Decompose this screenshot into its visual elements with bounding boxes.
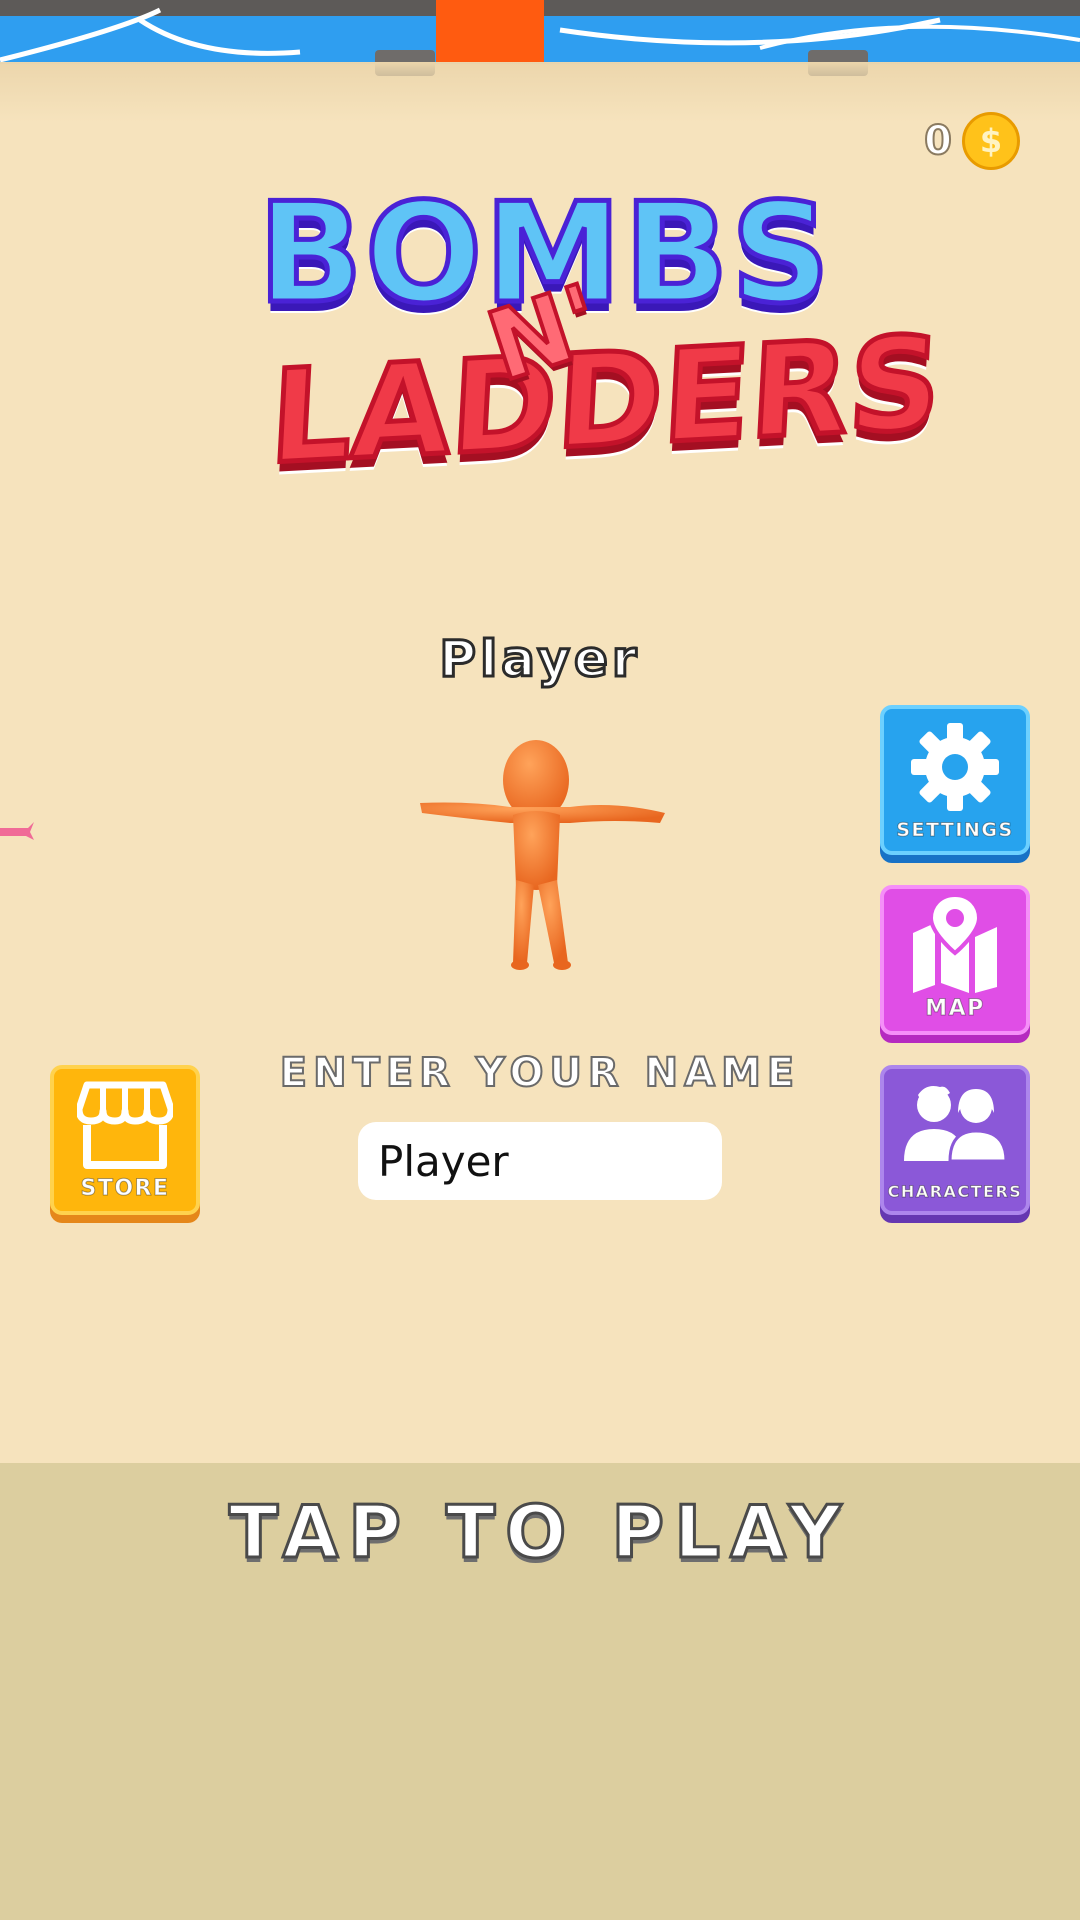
store-label: STORE (80, 1176, 170, 1202)
settings-label: SETTINGS (896, 819, 1014, 842)
orange-post (436, 0, 544, 62)
offscreen-character-hand (0, 822, 34, 840)
game-logo: BOMBS LADDERS N' (250, 182, 947, 525)
coin-icon: $ (962, 112, 1020, 170)
coin-counter: 0 $ (923, 112, 1020, 170)
gear-icon (911, 723, 999, 811)
characters-label: CHARACTERS (887, 1182, 1023, 1202)
player-name-input[interactable] (358, 1122, 722, 1200)
enter-name-label: ENTER YOUR NAME (279, 1049, 801, 1097)
tap-to-play-label[interactable]: TAP TO PLAY (0, 1489, 1080, 1576)
player-name-label: Player (438, 629, 641, 690)
map-button[interactable]: MAP (880, 885, 1030, 1035)
floor-shade (0, 62, 1080, 122)
map-pin-icon (913, 893, 997, 993)
coin-count: 0 (923, 117, 953, 165)
settings-button[interactable]: SETTINGS (880, 705, 1030, 855)
player-character (420, 740, 665, 970)
map-label: MAP (925, 996, 985, 1022)
